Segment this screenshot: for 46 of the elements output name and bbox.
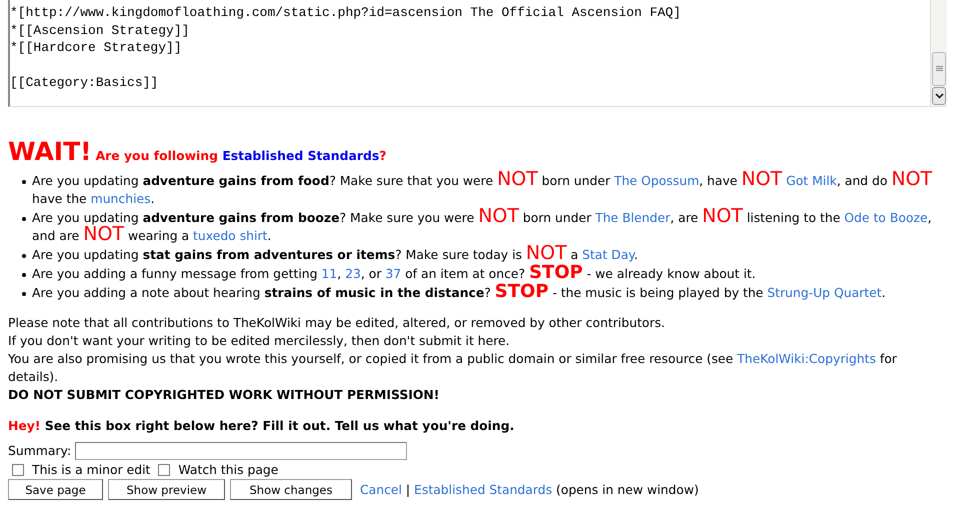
summary-label: Summary:	[8, 443, 72, 459]
link[interactable]: Strung-Up Quartet	[767, 285, 882, 300]
hint-text: Hey! See this box right below here? Fill it out. Tell us what you're doing.	[8, 417, 516, 435]
link[interactable]: Stat Day	[582, 247, 634, 262]
link[interactable]: 11	[321, 266, 338, 281]
standards-question: Are you following Established Standards?	[96, 148, 386, 163]
link[interactable]: tuxedo shirt	[193, 228, 268, 243]
link[interactable]: TheKolWiki:Copyrights	[737, 351, 876, 366]
form-button[interactable]: Show preview	[108, 479, 225, 500]
bullet-icon	[22, 217, 26, 221]
notice-text: You are also promising us that you wrote this yourself, or copied it from a public domain or similar free resource (see TheKolWiki:Copyrights for details).	[8, 350, 898, 386]
link[interactable]: 23	[345, 266, 361, 281]
bullet-icon	[22, 273, 26, 277]
form-button[interactable]: Show changes	[230, 479, 352, 500]
checkbox[interactable]	[12, 464, 24, 476]
warning-item: Are you adding a funny message from getting 11, 23, or 37 of an item at once? STOP - we already know about it.	[32, 265, 756, 283]
bullet-icon	[22, 254, 26, 258]
link[interactable]: Established Standards	[222, 148, 380, 163]
link[interactable]: Ode to Booze	[844, 210, 928, 225]
warning-item: Are you updating adventure gains from food? Make sure that you were NOT born under The Opossum, have NOT Got Milk, and do NOT have the munchies.	[32, 172, 934, 208]
notice-text: If you don't want your writing to be edited mercilessly, then don't submit it here.	[8, 332, 511, 350]
warning-item: Are you updating stat gains from adventures or items? Make sure today is NOT a Stat Day.	[32, 246, 638, 264]
warning-item: Are you adding a note about hearing strains of music in the distance? STOP - the music is being played by the Strung-Up Quartet.	[32, 284, 886, 302]
link[interactable]: The Blender	[595, 210, 670, 225]
link[interactable]: Established Standards	[414, 482, 552, 497]
checkbox-label: This is a minor edit	[32, 462, 150, 478]
notice-text: Please note that all contributions to TheKolWiki may be edited, altered, or removed by other contributors.	[8, 314, 666, 332]
form-button[interactable]: Save page	[8, 479, 103, 500]
link[interactable]: The Opossum	[614, 173, 700, 188]
notice-text: DO NOT SUBMIT COPYRIGHTED WORK WITHOUT PERMISSION!	[8, 386, 440, 404]
summary-field[interactable]	[75, 442, 408, 460]
footer-links: Cancel | Established Standards (opens in new window)	[360, 482, 699, 497]
warning-item: Are you updating adventure gains from booze? Make sure you were NOT born under The Blender, are NOT listening to the Ode to Booze, and are NOT wearing a tuxedo shirt.	[32, 209, 933, 245]
bullet-icon	[22, 180, 26, 184]
link[interactable]: Cancel	[360, 482, 402, 497]
link[interactable]: Got Milk	[786, 173, 837, 188]
checkbox-label: Watch this page	[178, 462, 278, 478]
wait-heading: WAIT!	[8, 137, 92, 166]
checkbox[interactable]	[158, 464, 170, 476]
link[interactable]: 37	[385, 266, 402, 281]
scrollbar[interactable]	[930, 0, 947, 106]
bullet-icon	[22, 292, 26, 296]
link[interactable]: munchies	[90, 191, 151, 206]
text-editor[interactable]: *[http://www.kingdomofloathing.com/static.php?id=ascension The Official Ascension FAQ] *[[Ascension Strategy]] *[[Hardcore Strategy]] [[Category:Basics]]	[8, 0, 947, 107]
chevron-down-icon	[934, 93, 944, 99]
grip-icon	[936, 66, 942, 72]
